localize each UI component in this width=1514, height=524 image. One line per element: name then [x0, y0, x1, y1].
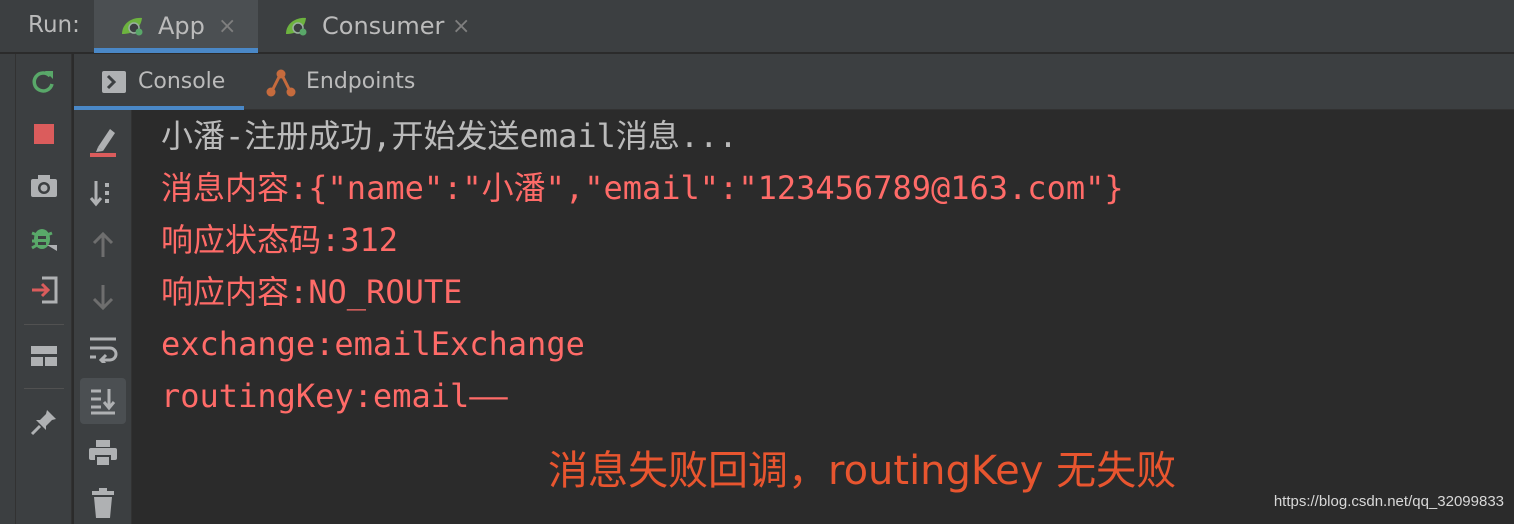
up-arrow-icon[interactable]	[80, 222, 126, 268]
tab-endpoints[interactable]: Endpoints	[260, 54, 450, 110]
run-toolbar	[16, 54, 72, 524]
annotation-text: 消息失败回调，routingKey 无失败	[548, 448, 1177, 494]
rerun-icon[interactable]	[16, 62, 72, 102]
run-tab-app[interactable]: App ×	[94, 0, 258, 53]
spring-boot-icon	[122, 17, 143, 36]
run-tab-label: Consumer	[322, 12, 445, 40]
tab-endpoints-label: Endpoints	[306, 69, 416, 94]
tab-console-label: Console	[138, 69, 226, 94]
console-toolbar	[74, 110, 132, 524]
console-line: 响应内容:NO_ROUTE	[161, 273, 463, 311]
soft-wrap-icon[interactable]	[80, 326, 126, 372]
debug-icon[interactable]	[16, 218, 72, 258]
console-line: exchange:emailExchange	[161, 325, 585, 363]
pin-icon[interactable]	[16, 402, 72, 442]
console-line: 响应状态码:312	[161, 221, 399, 259]
spring-boot-icon	[286, 17, 307, 36]
camera-icon[interactable]	[16, 166, 72, 206]
console-line: 小潘-注册成功,开始发送email消息...	[161, 117, 738, 155]
stop-icon[interactable]	[16, 114, 72, 154]
print-icon[interactable]	[80, 430, 126, 476]
toolbar-separator	[24, 388, 64, 389]
toolbar-separator	[24, 324, 64, 325]
console-line: 消息内容:{"name":"小潘","email":"123456789@163…	[161, 169, 1124, 207]
console-icon	[102, 71, 126, 93]
watermark: https://blog.csdn.net/qq_32099833	[1273, 493, 1504, 510]
trash-icon[interactable]	[80, 480, 126, 524]
sort-icon[interactable]	[80, 170, 126, 216]
scroll-to-end-icon[interactable]	[80, 378, 126, 424]
exit-icon[interactable]	[16, 270, 72, 310]
tab-console[interactable]: Console	[74, 54, 244, 110]
endpoints-icon	[266, 69, 296, 97]
console-tab-strip: Console Endpoints	[74, 54, 1514, 110]
down-arrow-icon[interactable]	[80, 274, 126, 320]
console-line: routingKey:email——	[161, 377, 508, 415]
layout-icon[interactable]	[16, 336, 72, 376]
left-edge-strip	[0, 54, 16, 524]
run-tab-consumer[interactable]: Consumer ×	[270, 0, 480, 53]
run-label: Run:	[28, 12, 80, 38]
clear-icon[interactable]	[80, 118, 126, 164]
run-tab-label: App	[158, 12, 205, 40]
close-icon[interactable]: ×	[452, 14, 470, 39]
close-icon[interactable]: ×	[218, 14, 236, 39]
run-toolwindow-header: Run: App × Consumer ×	[0, 0, 1514, 53]
